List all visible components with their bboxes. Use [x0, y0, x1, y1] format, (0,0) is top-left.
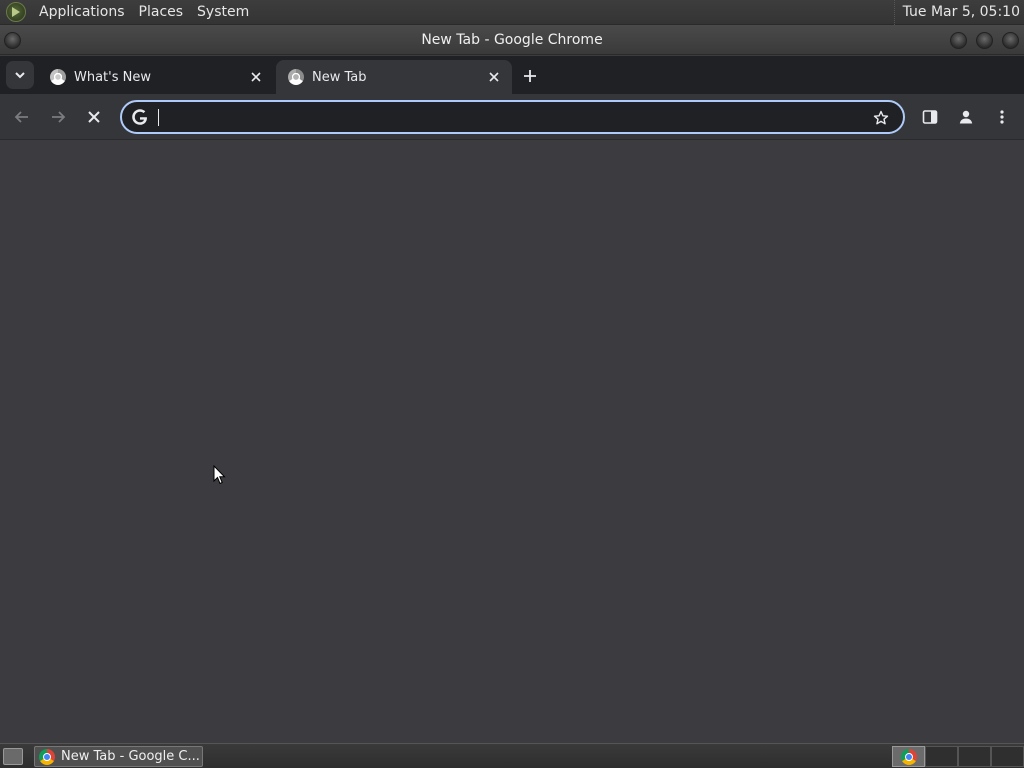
google-icon [130, 107, 150, 127]
arrow-left-icon [14, 111, 28, 123]
omnibox[interactable] [120, 100, 905, 134]
chrome-icon [50, 69, 66, 85]
tab-close-button[interactable] [246, 67, 266, 87]
avatar-icon [959, 110, 973, 124]
plus-icon [524, 70, 536, 82]
taskbar-window-button[interactable]: New Tab - Google C... [34, 746, 203, 767]
taskbar-window-label: New Tab - Google C... [61, 749, 200, 764]
workspace-1[interactable] [892, 746, 925, 767]
chevron-down-icon [15, 72, 25, 79]
profile-button[interactable] [952, 103, 980, 131]
chrome-icon [900, 749, 917, 765]
close-icon [88, 111, 100, 123]
browser-toolbar [0, 94, 1024, 140]
chrome-menu-button[interactable] [988, 103, 1016, 131]
mouse-cursor-icon [213, 465, 226, 485]
tab-search-button[interactable] [6, 61, 34, 89]
top-panel: Applications Places System Tue Mar 5, 05… [0, 0, 1024, 25]
show-desktop-icon[interactable] [3, 748, 23, 765]
tab-close-button[interactable] [484, 67, 504, 87]
close-window-button[interactable] [1002, 32, 1019, 49]
new-tab-button[interactable] [518, 64, 542, 88]
page-content[interactable] [0, 141, 1024, 743]
tab-label: New Tab [312, 69, 367, 85]
star-icon [873, 110, 889, 125]
tab-new-tab[interactable]: New Tab [276, 60, 512, 94]
menu-system[interactable]: System [190, 0, 256, 25]
back-button[interactable] [8, 103, 36, 131]
tab-whats-new[interactable]: What's New [38, 60, 274, 94]
stop-loading-button[interactable] [80, 103, 108, 131]
side-panel-button[interactable] [916, 103, 944, 131]
kebab-menu-icon [1000, 110, 1004, 124]
chrome-icon [288, 69, 304, 85]
clock[interactable]: Tue Mar 5, 05:10 [893, 0, 1020, 25]
side-panel-icon [922, 110, 938, 124]
window-title: New Tab - Google Chrome [421, 32, 603, 48]
address-input[interactable] [158, 105, 858, 129]
workspace-3[interactable] [958, 746, 991, 767]
arrow-right-icon [52, 111, 66, 123]
menu-applications[interactable]: Applications [32, 0, 132, 25]
workspace-2[interactable] [925, 746, 958, 767]
window-titlebar[interactable]: New Tab - Google Chrome [0, 25, 1024, 55]
close-icon [489, 72, 499, 82]
menu-places[interactable]: Places [132, 0, 191, 25]
forward-button[interactable] [44, 103, 72, 131]
os-logo-icon[interactable] [6, 2, 26, 22]
minimize-button[interactable] [950, 32, 967, 49]
tab-strip: What's New New Tab [0, 56, 1024, 94]
tab-label: What's New [74, 69, 151, 85]
close-icon [251, 72, 261, 82]
bookmark-star-button[interactable] [871, 108, 891, 128]
workspace-4[interactable] [991, 746, 1024, 767]
text-caret [158, 109, 159, 126]
maximize-button[interactable] [976, 32, 993, 49]
chrome-icon [39, 748, 55, 765]
bottom-panel: New Tab - Google C... [0, 743, 1024, 768]
